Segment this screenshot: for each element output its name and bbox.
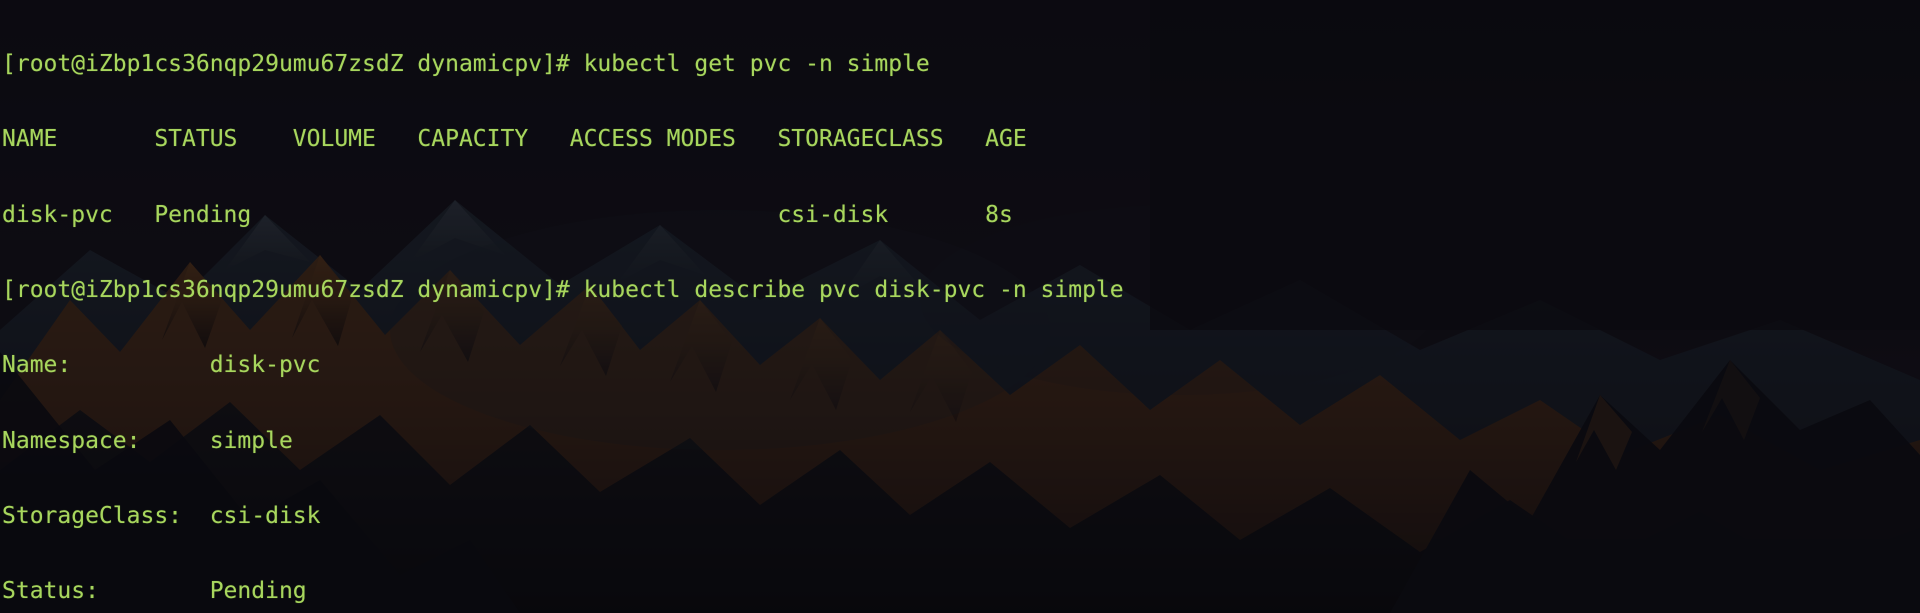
terminal-line: disk-pvc Pending csi-disk 8s: [2, 201, 1013, 228]
terminal-line: Name: disk-pvc: [2, 352, 321, 379]
terminal-line: StorageClass: csi-disk: [2, 502, 321, 529]
terminal-line: Namespace: simple: [2, 427, 293, 454]
terminal-line: [root@iZbp1cs36nqp29umu67zsdZ dynamicpv]…: [2, 51, 930, 78]
terminal-text-buffer[interactable]: [root@iZbp1cs36nqp29umu67zsdZ dynamicpv]…: [0, 0, 1920, 613]
terminal-window[interactable]: [root@iZbp1cs36nqp29umu67zsdZ dynamicpv]…: [0, 0, 1920, 613]
terminal-line: [root@iZbp1cs36nqp29umu67zsdZ dynamicpv]…: [2, 277, 1124, 304]
terminal-line: NAME STATUS VOLUME CAPACITY ACCESS MODES…: [2, 126, 1027, 153]
terminal-line: Status: Pending: [2, 578, 307, 605]
